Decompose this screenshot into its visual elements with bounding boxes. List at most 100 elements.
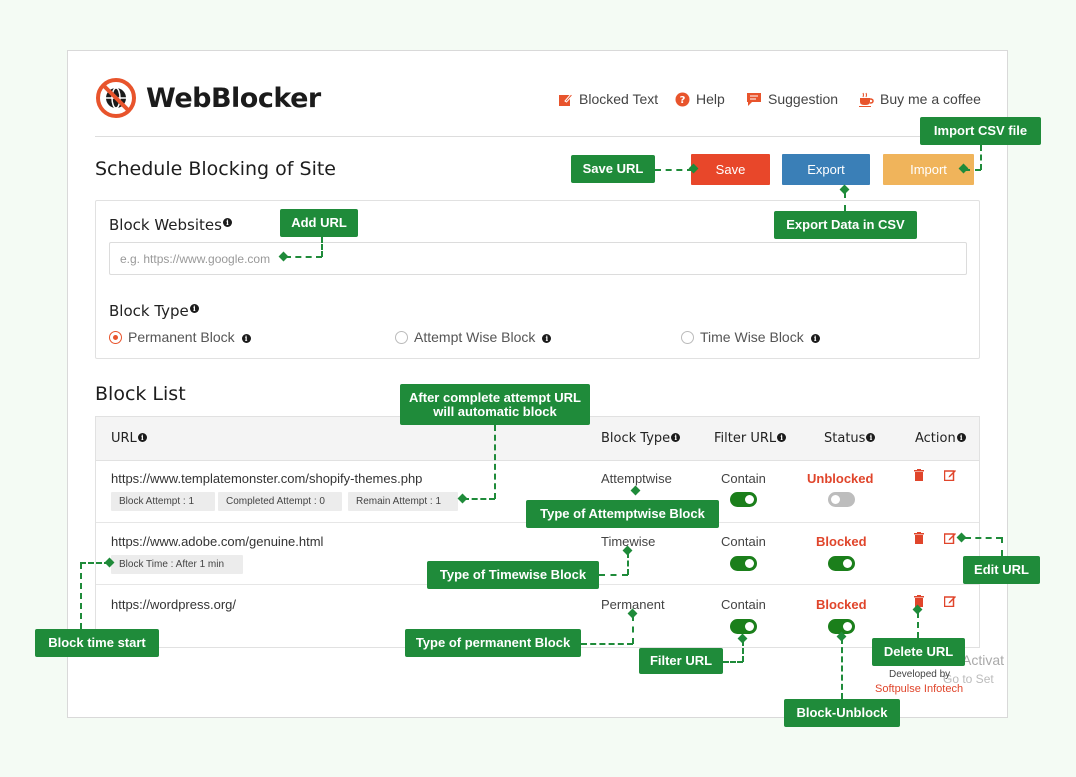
- block-globe-icon: [96, 78, 136, 118]
- info-icon: i: [866, 433, 876, 442]
- callout-export-csv: Export Data in CSV: [774, 211, 917, 239]
- callout-timewise-type: Type of Timewise Block: [427, 561, 599, 589]
- column-action: Action i: [915, 431, 966, 446]
- help-icon: ?: [675, 92, 690, 106]
- row-status: Unblocked: [807, 471, 874, 486]
- row-block-type: Attemptwise: [601, 471, 672, 486]
- connector: [321, 237, 323, 257]
- callout-add-url: Add URL: [280, 209, 358, 237]
- filter-toggle[interactable]: [730, 556, 757, 571]
- nav-blocked-text[interactable]: Blocked Text: [558, 91, 658, 107]
- info-icon: i: [671, 433, 681, 442]
- column-status: Status i: [824, 431, 876, 446]
- filter-toggle[interactable]: [730, 492, 757, 507]
- callout-block-time-start: Block time start: [35, 629, 159, 657]
- radio-attempt-wise-block[interactable]: Attempt Wise Block i: [395, 329, 552, 345]
- nav-buy-coffee-label: Buy me a coffee: [880, 91, 981, 107]
- connector: [655, 169, 693, 171]
- column-block-type: Block Type i: [601, 431, 681, 446]
- callout-block-unblock: Block-Unblock: [784, 699, 900, 727]
- nav-suggestion[interactable]: Suggestion: [746, 91, 838, 107]
- info-icon: i: [189, 304, 199, 313]
- callout-import-csv: Import CSV file: [920, 117, 1041, 145]
- radio-button[interactable]: [681, 330, 694, 344]
- website-url-input[interactable]: e.g. https://www.google.com: [109, 242, 967, 275]
- callout-attemptwise-type: Type of Attemptwise Block: [526, 500, 719, 528]
- radio-button-selected[interactable]: [109, 330, 122, 344]
- block-websites-text: Block Websites: [109, 216, 222, 234]
- callout-delete-url: Delete URL: [872, 638, 965, 666]
- connector: [494, 425, 496, 499]
- coffee-icon: [859, 92, 874, 107]
- row-status: Blocked: [816, 597, 867, 612]
- info-icon: i: [542, 333, 552, 343]
- radio-permanent-block[interactable]: Permanent Block i: [109, 329, 251, 345]
- block-type-text: Block Type: [109, 302, 189, 320]
- row-filter-url: Contain: [721, 534, 766, 549]
- callout-filter-url: Filter URL: [639, 648, 723, 674]
- block-type-label: Block Type i: [109, 302, 199, 320]
- connector: [841, 638, 843, 699]
- nav-blocked-text-label: Blocked Text: [579, 91, 659, 107]
- callout-edit-url: Edit URL: [963, 556, 1040, 584]
- connector: [844, 192, 846, 211]
- delete-icon[interactable]: [913, 532, 925, 544]
- filter-toggle[interactable]: [730, 619, 757, 634]
- radio-button[interactable]: [395, 330, 408, 344]
- nav-help-label: Help: [696, 91, 725, 107]
- connector: [80, 563, 82, 629]
- attempt-tag: Block Attempt : 1: [111, 492, 215, 511]
- delete-icon[interactable]: [913, 469, 925, 481]
- info-icon: i: [810, 333, 820, 343]
- save-button[interactable]: Save: [691, 154, 770, 185]
- row-filter-url: Contain: [721, 471, 766, 486]
- radio-time-wise-block[interactable]: Time Wise Block i: [681, 329, 820, 345]
- info-icon: i: [241, 333, 251, 343]
- connector: [723, 661, 743, 663]
- chat-icon: [747, 92, 761, 106]
- nav-suggestion-label: Suggestion: [768, 91, 839, 107]
- column-action-label: Action: [915, 431, 956, 446]
- column-filter-url-label: Filter URL: [714, 431, 777, 446]
- svg-text:?: ?: [680, 95, 686, 106]
- connector: [599, 574, 628, 576]
- callout-save-url: Save URL: [571, 155, 655, 183]
- row-url: https://www.templatemonster.com/shopify-…: [111, 471, 423, 486]
- info-icon: i: [777, 433, 787, 442]
- column-url: URL i: [111, 431, 147, 446]
- row-filter-url: Contain: [721, 597, 766, 612]
- edit-icon: [559, 92, 573, 106]
- column-filter-url: Filter URL i: [714, 431, 787, 446]
- column-block-type-label: Block Type: [601, 431, 671, 446]
- nav-buy-coffee[interactable]: Buy me a coffee: [858, 91, 981, 107]
- connector: [965, 537, 1002, 539]
- company-link[interactable]: Softpulse Infotech: [875, 683, 963, 695]
- nav-help[interactable]: ? Help: [675, 91, 725, 107]
- block-list-table: URL i Block Type i Filter URL i Status i Act…: [95, 416, 980, 648]
- page-title: Schedule Blocking of Site: [95, 158, 336, 180]
- connector: [980, 145, 982, 170]
- status-toggle[interactable]: [828, 492, 855, 507]
- developed-by: Developed by: [889, 669, 951, 680]
- header-divider: [95, 136, 980, 137]
- edit-icon[interactable]: [944, 469, 956, 481]
- status-toggle[interactable]: [828, 556, 855, 571]
- connector: [581, 643, 633, 645]
- info-icon: i: [956, 433, 966, 442]
- radio-attempt-label: Attempt Wise Block: [414, 329, 536, 345]
- edit-icon[interactable]: [944, 595, 956, 607]
- edit-icon[interactable]: [944, 532, 956, 544]
- block-websites-label: Block Websites i: [109, 216, 232, 234]
- column-status-label: Status: [824, 431, 866, 446]
- logo-text: WebBlocker: [146, 82, 321, 114]
- connector: [285, 256, 322, 258]
- website-url-placeholder: e.g. https://www.google.com: [120, 251, 271, 266]
- row-url: https://www.adobe.com/genuine.html: [111, 534, 324, 549]
- export-button[interactable]: Export: [782, 154, 870, 185]
- block-list-title: Block List: [95, 383, 186, 405]
- row-url: https://wordpress.org/: [111, 597, 236, 612]
- column-url-label: URL: [111, 431, 137, 446]
- info-icon: i: [137, 433, 147, 442]
- row-status: Blocked: [816, 534, 867, 549]
- radio-permanent-label: Permanent Block: [128, 329, 235, 345]
